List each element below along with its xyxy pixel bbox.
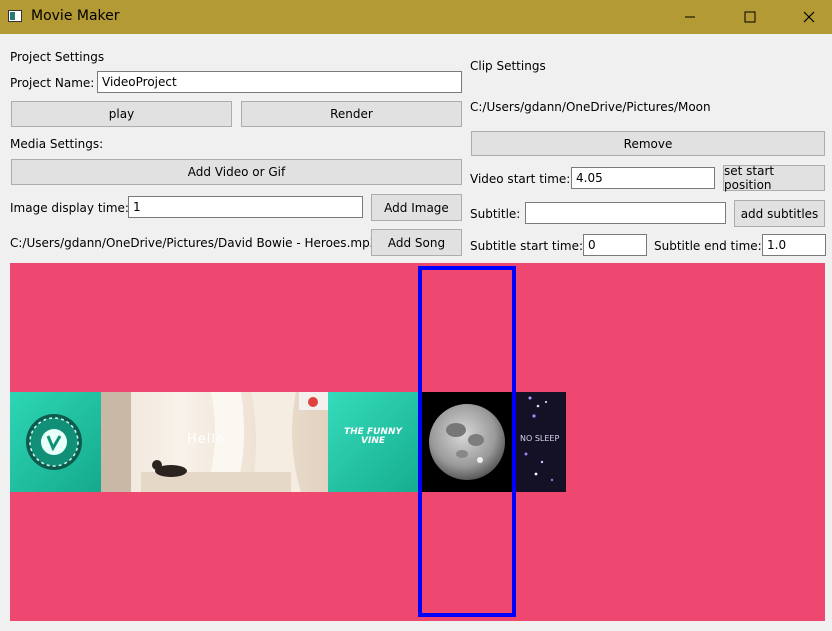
subtitle-start-time-label: Subtitle start time: <box>470 239 584 253</box>
hello-cat-clip[interactable]: Hello <box>101 392 328 492</box>
clip-selection-marker <box>418 266 516 617</box>
no-sleep-caption: NO SLEEP <box>520 434 560 443</box>
funny-vine-caption: THE FUNNY VINE <box>344 427 402 446</box>
minimize-icon <box>685 16 695 18</box>
video-start-time-input[interactable]: 4.05 <box>571 167 715 189</box>
minimize-button[interactable] <box>667 0 713 34</box>
close-button[interactable] <box>786 0 832 34</box>
clip-settings-heading: Clip Settings <box>470 59 546 73</box>
timeline-canvas[interactable]: Hello THE FUNNY VINE NO SLEEP <box>10 263 825 621</box>
subtitle-end-time-label: Subtitle end time: <box>654 239 762 253</box>
no-sleep-clip[interactable]: NO SLEEP <box>516 392 566 492</box>
render-button[interactable]: Render <box>241 101 462 127</box>
add-video-button[interactable]: Add Video or Gif <box>11 159 462 185</box>
title-bar: Movie Maker <box>0 0 832 34</box>
clip-path-label: C:/Users/gdann/OneDrive/Pictures/Moon <box>470 100 711 114</box>
vine-logo-clip[interactable] <box>10 392 101 492</box>
add-song-button[interactable]: Add Song <box>371 229 462 256</box>
window-title: Movie Maker <box>31 8 120 24</box>
subtitle-input[interactable] <box>525 202 726 224</box>
subtitle-end-time-input[interactable]: 1.0 <box>762 234 826 256</box>
play-button[interactable]: play <box>11 101 232 127</box>
add-image-button[interactable]: Add Image <box>371 194 462 221</box>
media-settings-heading: Media Settings: <box>10 137 104 151</box>
project-name-input[interactable]: VideoProject <box>97 71 462 93</box>
maximize-button[interactable] <box>727 0 773 34</box>
video-start-time-label: Video start time: <box>470 172 571 186</box>
project-name-label: Project Name: <box>10 76 95 90</box>
subtitle-label: Subtitle: <box>470 207 521 221</box>
remove-button[interactable]: Remove <box>471 131 825 156</box>
image-display-time-label: Image display time: <box>10 201 129 215</box>
add-subtitles-button[interactable]: add subtitles <box>734 200 825 227</box>
song-path-label: C:/Users/gdann/OneDrive/Pictures/David B… <box>10 236 378 250</box>
app-icon <box>8 10 22 22</box>
set-start-position-button[interactable]: set start position <box>723 164 825 192</box>
subtitle-start-time-input[interactable]: 0 <box>583 234 647 256</box>
vine-logo-icon <box>26 414 82 470</box>
hello-caption: Hello <box>187 432 225 447</box>
funny-vine-clip[interactable]: THE FUNNY VINE <box>328 392 418 492</box>
close-icon <box>803 11 815 23</box>
image-display-time-input[interactable]: 1 <box>128 196 363 218</box>
maximize-icon <box>744 11 756 23</box>
project-settings-heading: Project Settings <box>10 50 105 64</box>
